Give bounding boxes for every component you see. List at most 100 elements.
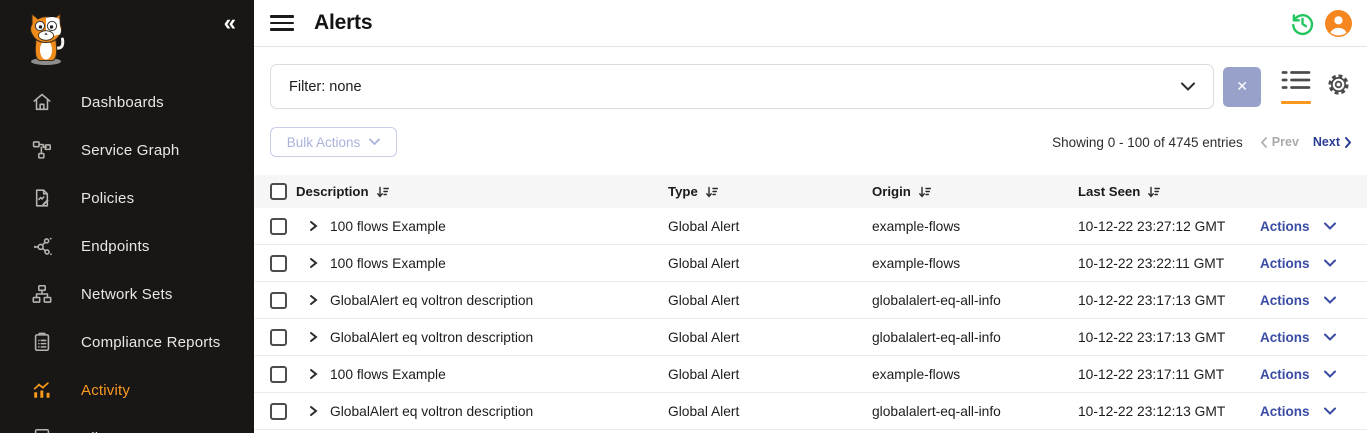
table-toolbar: Bulk Actions Showing 0 - 100 of 4745 ent… (270, 127, 1351, 157)
sidebar-item-label: Dashboards (81, 94, 164, 111)
actions-label: Actions (1260, 219, 1310, 234)
cell-origin: globalalert-eq-all-info (872, 330, 1078, 345)
cell-type: Global Alert (668, 367, 872, 382)
bulk-actions-label: Bulk Actions (287, 135, 361, 150)
close-icon: ✕ (1236, 78, 1248, 95)
chevron-right-icon (309, 294, 318, 306)
expand-row-button[interactable] (296, 368, 330, 380)
history-icon[interactable] (1289, 10, 1316, 37)
prev-label: Prev (1272, 135, 1299, 149)
actions-label: Actions (1260, 330, 1310, 345)
sidebar-item-label: Endpoints (81, 238, 150, 255)
sidebar-item-label: Policies (81, 190, 134, 207)
table-row: 100 flows Example Global Alert example-f… (254, 245, 1367, 282)
expand-row-button[interactable] (296, 294, 330, 306)
actions-label: Actions (1260, 367, 1310, 382)
cell-type: Global Alert (668, 404, 872, 419)
column-header-type[interactable]: Type (668, 184, 872, 199)
table-row: 100 flows Example Global Alert example-f… (254, 208, 1367, 245)
filter-select[interactable]: Filter: none (270, 64, 1214, 109)
expand-row-button[interactable] (296, 220, 330, 232)
cell-origin: globalalert-eq-all-info (872, 293, 1078, 308)
compliance-reports-icon (30, 330, 54, 354)
chevron-right-icon (309, 368, 318, 380)
table-row: 100 flows Example Global Alert example-f… (254, 356, 1367, 393)
cell-last-seen: 10-12-22 23:12:13 GMT (1078, 404, 1260, 419)
expand-row-button[interactable] (296, 331, 330, 343)
cell-last-seen: 10-12-22 23:27:12 GMT (1078, 219, 1260, 234)
row-actions-menu[interactable]: Actions (1260, 293, 1367, 308)
sidebar-item-activity[interactable]: Activity (0, 366, 254, 414)
sidebar-item-network-sets[interactable]: Network Sets (0, 270, 254, 318)
row-checkbox[interactable] (270, 218, 287, 235)
row-actions-menu[interactable]: Actions (1260, 367, 1367, 382)
main-content: Alerts Filter: none (254, 0, 1367, 433)
calico-logo (24, 8, 68, 71)
row-checkbox[interactable] (270, 329, 287, 346)
sidebar-item-label: Service Graph (81, 142, 179, 159)
chevron-right-icon (309, 331, 318, 343)
sidebar-item-service-graph[interactable]: Service Graph (0, 126, 254, 174)
sidebar-item-endpoints[interactable]: Endpoints (0, 222, 254, 270)
policies-icon (30, 186, 54, 210)
column-header-last-seen[interactable]: Last Seen (1078, 184, 1260, 199)
network-sets-icon (30, 282, 54, 306)
next-page-button[interactable]: Next (1313, 135, 1351, 149)
column-header-description[interactable]: Description (296, 184, 668, 199)
row-actions-menu[interactable]: Actions (1260, 219, 1367, 234)
row-actions-menu[interactable]: Actions (1260, 404, 1367, 419)
pagination: Showing 0 - 100 of 4745 entries Prev Nex… (1052, 135, 1351, 150)
cell-type: Global Alert (668, 219, 872, 234)
activity-icon (30, 378, 54, 402)
filter-row: Filter: none ✕ (270, 64, 1351, 109)
row-checkbox[interactable] (270, 292, 287, 309)
top-bar: Alerts (254, 0, 1367, 47)
row-actions-menu[interactable]: Actions (1260, 256, 1367, 271)
page-title: Alerts (314, 11, 372, 35)
sidebar-item-policies[interactable]: Policies (0, 174, 254, 222)
chevron-down-icon (1181, 79, 1195, 95)
row-checkbox[interactable] (270, 366, 287, 383)
expand-row-button[interactable] (296, 257, 330, 269)
chevron-down-icon (1324, 259, 1336, 267)
user-avatar[interactable] (1325, 10, 1352, 37)
sidebar-item-dashboards[interactable]: Dashboards (0, 78, 254, 126)
cell-description: 100 flows Example (330, 367, 668, 382)
cell-last-seen: 10-12-22 23:17:13 GMT (1078, 330, 1260, 345)
home-icon (30, 90, 54, 114)
chevron-down-icon (369, 138, 380, 146)
clear-filter-button[interactable]: ✕ (1223, 67, 1261, 107)
select-all-checkbox[interactable] (270, 183, 287, 200)
table-row: GlobalAlert eq voltron description Globa… (254, 393, 1367, 430)
table-row: GlobalAlert eq voltron description Globa… (254, 282, 1367, 319)
bulk-actions-button[interactable]: Bulk Actions (270, 127, 397, 157)
menu-toggle-icon[interactable] (270, 11, 294, 35)
showing-entries-text: Showing 0 - 100 of 4745 entries (1052, 135, 1243, 150)
next-label: Next (1313, 135, 1340, 149)
cell-description: GlobalAlert eq voltron description (330, 404, 668, 419)
row-checkbox[interactable] (270, 255, 287, 272)
sidebar-collapse-button[interactable]: « (224, 12, 236, 34)
column-header-origin[interactable]: Origin (872, 184, 1078, 199)
gear-icon (1326, 84, 1351, 101)
row-checkbox[interactable] (270, 403, 287, 420)
prev-page-button[interactable]: Prev (1261, 135, 1299, 149)
cell-origin: example-flows (872, 256, 1078, 271)
sidebar-nav: Dashboards Service Graph Policies Endpoi… (0, 78, 254, 433)
actions-label: Actions (1260, 404, 1310, 419)
list-view-toggle[interactable] (1281, 69, 1311, 104)
table-body: 100 flows Example Global Alert example-f… (254, 208, 1367, 430)
chevron-down-icon (1324, 333, 1336, 341)
cell-origin: example-flows (872, 219, 1078, 234)
sidebar-item-kibana[interactable]: Kibana (0, 414, 254, 433)
sidebar-item-compliance-reports[interactable]: Compliance Reports (0, 318, 254, 366)
sidebar-item-label: Activity (81, 382, 130, 399)
sidebar: « Dashboards Service Graph Policies Endp… (0, 0, 254, 433)
settings-button[interactable] (1326, 72, 1351, 102)
endpoints-icon (30, 234, 54, 258)
row-actions-menu[interactable]: Actions (1260, 330, 1367, 345)
chevron-down-icon (1324, 407, 1336, 415)
table-header: Description Type Origin Last Seen (254, 175, 1367, 208)
cell-type: Global Alert (668, 330, 872, 345)
expand-row-button[interactable] (296, 405, 330, 417)
